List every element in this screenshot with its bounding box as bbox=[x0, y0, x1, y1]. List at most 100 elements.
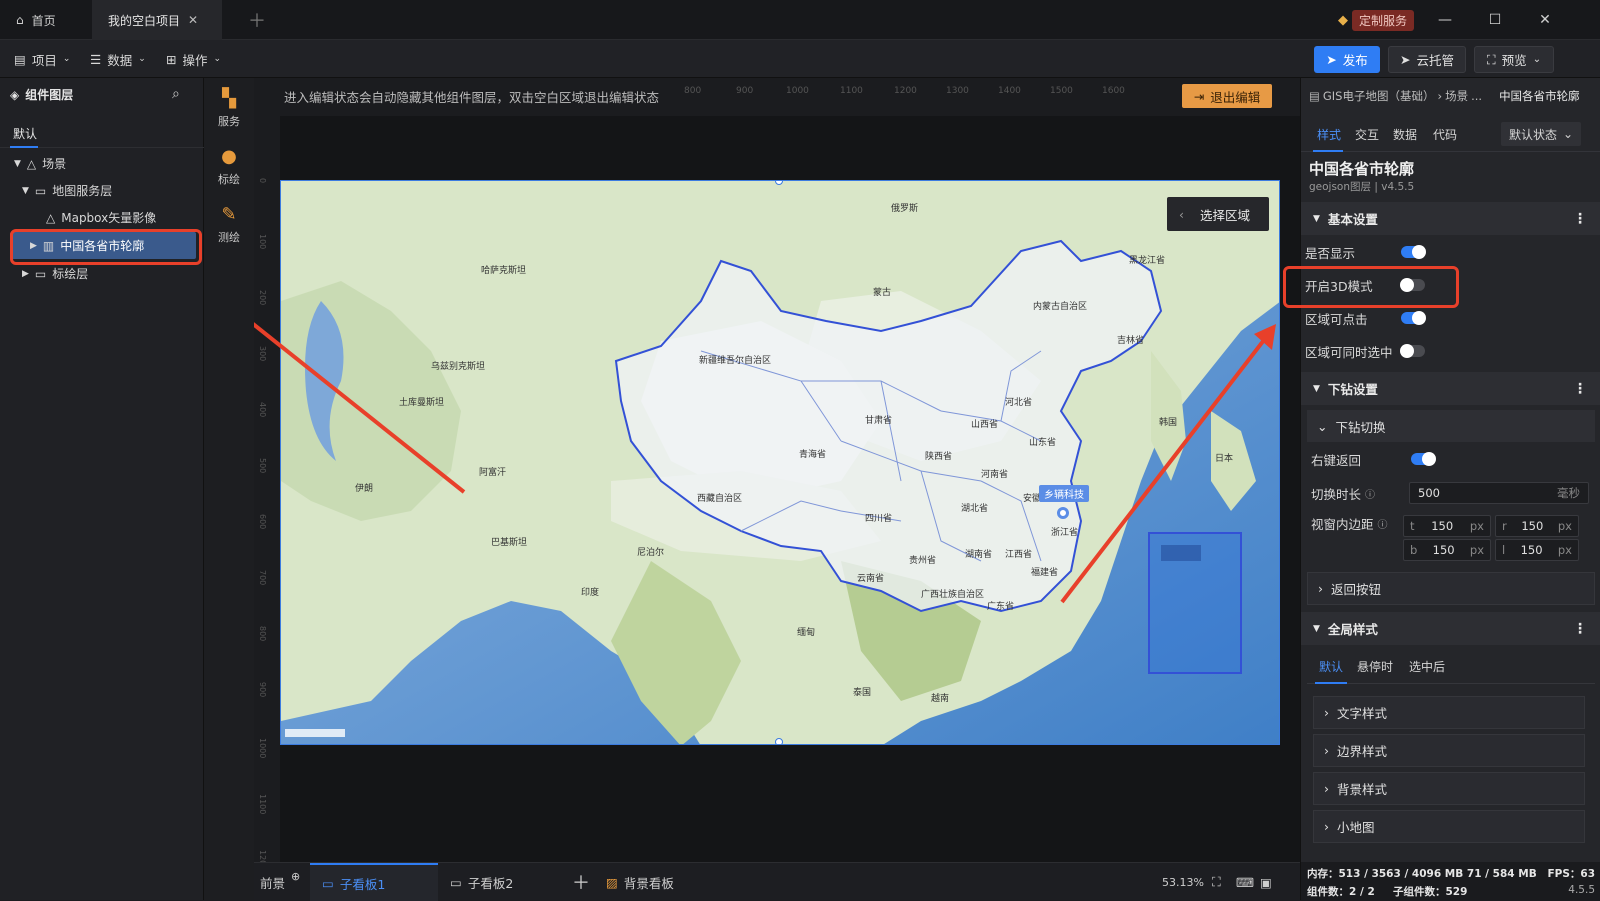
document-icon: ▤ bbox=[14, 51, 26, 67]
padding-right-input[interactable]: r 150 px bbox=[1495, 515, 1579, 537]
more-icon[interactable]: ⋮ bbox=[1573, 621, 1587, 637]
state-tab-hover[interactable]: 悬停时 bbox=[1357, 658, 1393, 675]
toggle-clickable[interactable] bbox=[1401, 311, 1426, 325]
subsection-minimap[interactable]: › 小地图 bbox=[1313, 810, 1585, 843]
map-label: 浙江省 bbox=[1051, 528, 1079, 538]
tab-style[interactable]: 样式 bbox=[1317, 126, 1341, 143]
section-title: 全局样式 bbox=[1327, 622, 1378, 637]
breadcrumb-item[interactable]: GIS电子地图（基础） bbox=[1323, 88, 1435, 104]
subsection-text-style[interactable]: › 文字样式 bbox=[1313, 696, 1585, 729]
setting-label: 右键返回 bbox=[1311, 452, 1362, 468]
layer-panel-title: 组件图层 bbox=[25, 88, 74, 102]
fit-screen-icon[interactable]: ⛶ bbox=[1212, 863, 1221, 901]
tab-home[interactable]: ⌂ 首页 bbox=[0, 0, 92, 40]
setting-label: 是否显示 bbox=[1305, 245, 1356, 261]
preview-button[interactable]: ⛶ 预览 ⌄ bbox=[1474, 46, 1554, 73]
caret-down-icon: ▼ bbox=[1313, 383, 1320, 394]
padding-left-key: l bbox=[1502, 543, 1506, 557]
map-view[interactable]: 新疆维吾尔自治区 西藏自治区 内蒙古自治区 黑龙江省 吉林省 青海省 甘肃省 四… bbox=[280, 180, 1280, 745]
section-basic[interactable]: ▼ 基本设置 ⋮ bbox=[1301, 202, 1600, 235]
cloud-hosting-button[interactable]: ➤ 云托管 bbox=[1388, 46, 1466, 73]
tab-code[interactable]: 代码 bbox=[1433, 126, 1457, 143]
state-tab-selected[interactable]: 选中后 bbox=[1409, 658, 1445, 675]
select-area-button[interactable]: ‹ 选择区域 bbox=[1167, 197, 1269, 231]
custom-service-button[interactable]: ◆ 定制服务 bbox=[1338, 9, 1415, 31]
maximize-button[interactable]: ☐ bbox=[1470, 0, 1520, 40]
tab-data[interactable]: 数据 bbox=[1393, 126, 1417, 143]
menu-operation[interactable]: ⊞ 操作 ⌄ bbox=[166, 46, 221, 72]
setting-multi-select: 区域可同时选中 bbox=[1305, 336, 1600, 366]
state-tab-default[interactable]: 默认 bbox=[1319, 658, 1343, 675]
duration-input[interactable]: 500 毫秒 bbox=[1409, 482, 1589, 504]
tool-measure[interactable]: ✎ 测绘 bbox=[204, 204, 254, 245]
board-tab-2[interactable]: ▭ 子看板2 bbox=[450, 863, 513, 901]
toggle-visible[interactable] bbox=[1401, 245, 1426, 259]
publish-button[interactable]: ➤ 发布 bbox=[1314, 46, 1380, 73]
section-global-style[interactable]: ▼ 全局样式 ⋮ bbox=[1301, 612, 1600, 645]
memory-status: 内存：513 / 3563 / 4096 MB 71 / 584 MB bbox=[1307, 868, 1537, 880]
editor-canvas[interactable]: 800 900 1000 1100 1200 1300 1400 1500 16… bbox=[254, 78, 1300, 862]
more-icon[interactable]: ⋮ bbox=[1573, 381, 1587, 397]
close-window-button[interactable]: ✕ bbox=[1520, 0, 1570, 40]
padding-left-value: 150 bbox=[1520, 543, 1543, 557]
breadcrumb-item[interactable]: 场景 bbox=[1445, 88, 1468, 104]
section-drill[interactable]: ▼ 下钻设置 ⋮ bbox=[1301, 372, 1600, 405]
child-count: 子组件数：529 bbox=[1393, 886, 1468, 898]
tab-project[interactable]: 我的空白项目 ✕ bbox=[92, 0, 222, 40]
subsection-title: 边界样式 bbox=[1337, 744, 1388, 759]
map-label: 新疆维吾尔自治区 bbox=[699, 356, 772, 366]
tool-service[interactable]: ▚ 服务 bbox=[204, 88, 254, 129]
padding-top-key: t bbox=[1410, 519, 1415, 533]
new-tab-button[interactable]: ＋ bbox=[232, 0, 282, 40]
add-board-button[interactable]: ＋ bbox=[572, 863, 590, 901]
map-label: 福建省 bbox=[1031, 568, 1059, 578]
foreground-tab[interactable]: 前景 ⊕ bbox=[260, 863, 300, 901]
tab-default[interactable]: 默认 bbox=[13, 125, 37, 142]
tool-plot[interactable]: ● 标绘 bbox=[204, 146, 254, 187]
tree-item-mapbox[interactable]: △ Mapbox矢量影像 bbox=[0, 204, 204, 231]
search-icon[interactable]: ⌕ bbox=[172, 86, 180, 102]
map-marker-icon[interactable] bbox=[1057, 507, 1069, 519]
terminal-icon[interactable]: ▣ bbox=[1260, 863, 1272, 901]
tab-interaction[interactable]: 交互 bbox=[1355, 126, 1379, 143]
more-icon[interactable]: ⋮ bbox=[1573, 211, 1587, 227]
subsection-drill-switch[interactable]: ⌄ 下钻切换 bbox=[1307, 410, 1595, 442]
minimize-button[interactable]: — bbox=[1420, 0, 1470, 40]
map-label: 河北省 bbox=[1005, 398, 1033, 408]
close-icon[interactable]: ✕ bbox=[188, 13, 198, 27]
chevron-down-icon: ⌄ bbox=[1562, 127, 1574, 141]
tree-item-plot-layer[interactable]: ▶ ▭ 标绘层 bbox=[0, 260, 204, 287]
padding-bottom-input[interactable]: b 150 px bbox=[1403, 539, 1491, 561]
tree-item-scene[interactable]: ▼ △ 场景 bbox=[0, 150, 204, 177]
menu-project-label: 项目 bbox=[31, 52, 57, 68]
padding-top-input[interactable]: t 150 px bbox=[1403, 515, 1491, 537]
state-select[interactable]: 默认状态 ⌄ bbox=[1501, 122, 1581, 146]
tree-item-map-service[interactable]: ▼ ▭ 地图服务层 bbox=[0, 177, 204, 204]
toggle-multi-select[interactable] bbox=[1400, 344, 1425, 358]
caret-down-icon: ▼ bbox=[14, 158, 21, 169]
subsection-background-style[interactable]: › 背景样式 bbox=[1313, 772, 1585, 805]
help-icon[interactable]: ⓘ bbox=[1365, 486, 1375, 501]
toggle-right-back[interactable] bbox=[1411, 452, 1436, 466]
exit-edit-button[interactable]: ⇥ 退出编辑 bbox=[1182, 84, 1272, 108]
breadcrumb-item[interactable]: 中国各省市轮廓 bbox=[1499, 88, 1580, 104]
chevron-down-icon: ⌄ bbox=[138, 54, 146, 64]
background-board-tab[interactable]: ▨ 背景看板 bbox=[606, 863, 674, 901]
map-label: 湖北省 bbox=[961, 504, 989, 514]
zoom-level[interactable]: 53.13% bbox=[1162, 863, 1204, 901]
keyboard-icon[interactable]: ⌨ bbox=[1236, 863, 1254, 901]
subsection-border-style[interactable]: › 边界样式 bbox=[1313, 734, 1585, 767]
help-icon[interactable]: ⓘ bbox=[1378, 516, 1388, 531]
padding-bottom-key: b bbox=[1410, 543, 1418, 557]
menu-data[interactable]: ☰ 数据 ⌄ bbox=[90, 46, 146, 72]
menu-project[interactable]: ▤ 项目 ⌄ bbox=[14, 46, 70, 72]
padding-left-input[interactable]: l 150 px bbox=[1495, 539, 1579, 561]
grid-icon: ⊞ bbox=[166, 51, 177, 67]
map-label: 伊朗 bbox=[355, 484, 374, 494]
add-circle-icon[interactable]: ⊕ bbox=[291, 870, 300, 883]
subsection-back-button[interactable]: › 返回按钮 bbox=[1307, 572, 1595, 605]
board-tab-1[interactable]: ▭ 子看板1 bbox=[310, 863, 438, 901]
side-toolbar: ▚ 服务 ● 标绘 ✎ 测绘 bbox=[204, 78, 254, 900]
map-label: 蒙古 bbox=[873, 288, 892, 298]
resize-handle[interactable] bbox=[775, 738, 783, 744]
